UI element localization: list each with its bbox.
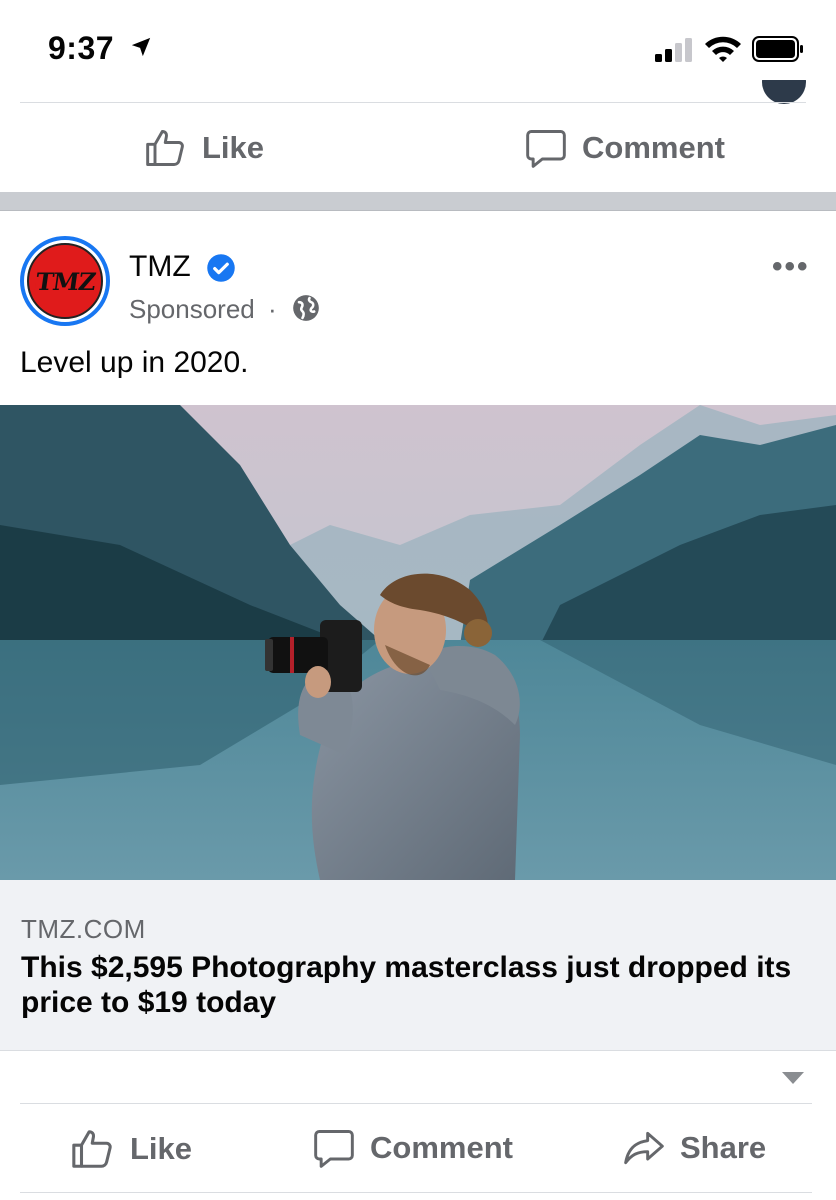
location-arrow-icon — [131, 37, 151, 57]
comment-bubble-icon — [526, 130, 566, 168]
wifi-icon — [705, 36, 741, 62]
thumbs-up-icon — [72, 1130, 112, 1168]
link-domain: TMZ.COM — [21, 914, 146, 944]
sponsored-text: Sponsored — [129, 294, 255, 324]
divider — [20, 102, 806, 103]
dot-separator: · — [268, 294, 277, 324]
share-button[interactable]: Share — [622, 1126, 766, 1170]
comment-label: Comment — [582, 130, 725, 165]
cellular-signal-icon — [655, 38, 692, 62]
battery-icon — [752, 36, 803, 62]
page-name[interactable]: TMZ — [129, 250, 191, 284]
comment-button[interactable]: Comment — [312, 1126, 513, 1170]
like-button[interactable]: Like — [70, 1126, 192, 1172]
like-label: Like — [130, 1131, 193, 1166]
thumbs-up-icon — [146, 130, 184, 166]
more-options-icon[interactable]: ••• — [772, 250, 810, 284]
landscape-photo — [0, 405, 836, 880]
share-arrow-icon — [624, 1131, 664, 1165]
comment-bubble-icon — [314, 1130, 354, 1168]
share-label: Share — [680, 1130, 767, 1165]
divider — [20, 1192, 812, 1193]
chevron-down-icon[interactable] — [780, 1070, 806, 1086]
post-caption: Level up in 2020. — [20, 346, 249, 379]
tmz-logo: TMZ — [27, 243, 103, 319]
comment-label: Comment — [370, 1130, 513, 1165]
previous-like-button[interactable]: Like — [144, 126, 264, 170]
verified-badge-icon — [207, 254, 235, 282]
previous-post-avatar-edge — [762, 80, 806, 104]
globe-icon — [293, 295, 319, 321]
feed-separator — [0, 192, 836, 211]
previous-comment-button[interactable]: Comment — [524, 126, 725, 170]
divider — [20, 1103, 812, 1104]
like-label: Like — [202, 130, 265, 165]
link-headline[interactable]: This $2,595 Photography masterclass just… — [21, 950, 821, 1020]
post-image[interactable] — [0, 405, 836, 880]
logo-text: TMZ — [33, 266, 97, 296]
page-avatar[interactable]: TMZ — [20, 236, 110, 326]
sponsored-label[interactable]: Sponsored · — [129, 294, 277, 325]
status-time: 9:37 — [48, 30, 115, 66]
